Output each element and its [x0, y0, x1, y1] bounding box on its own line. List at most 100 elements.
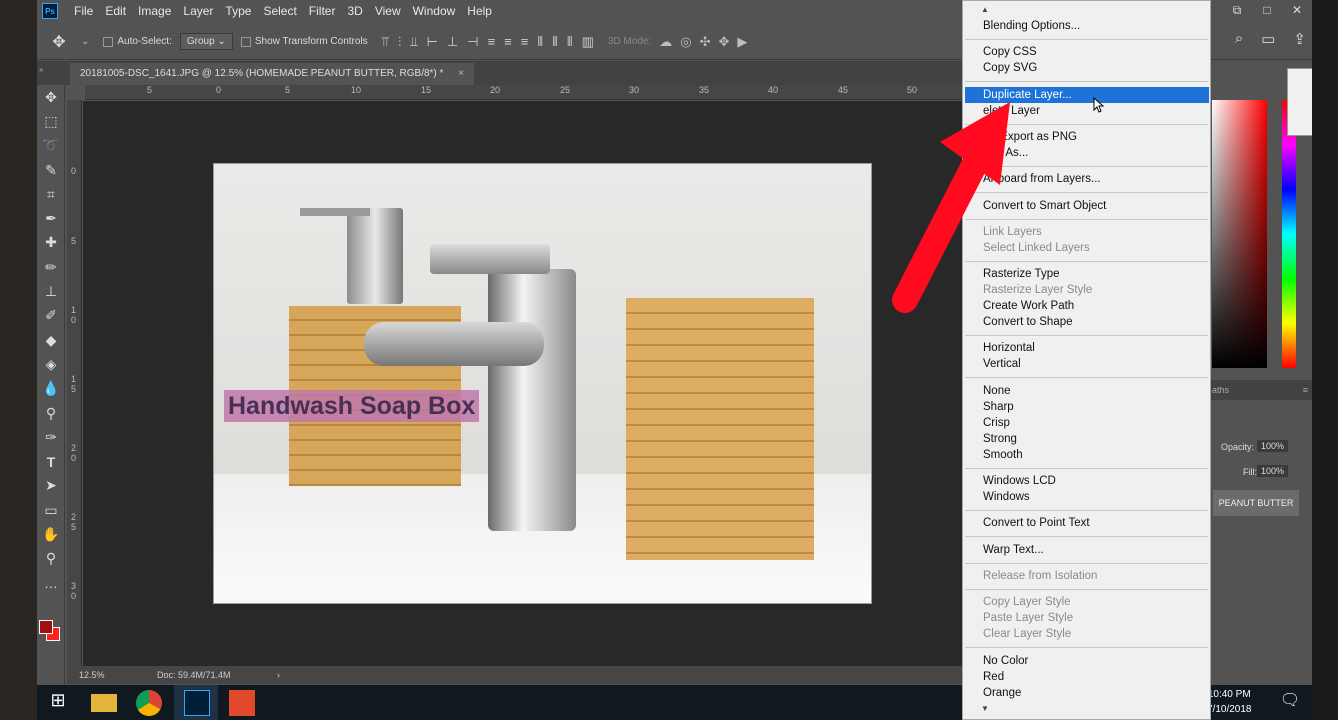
menu-item-aa-strong[interactable]: Strong	[983, 431, 1017, 447]
fill-value[interactable]: 100%	[1257, 465, 1289, 477]
tool-preset-chevron-icon[interactable]: ⌄	[81, 36, 89, 47]
shape-tool-icon[interactable]: ▭	[37, 498, 65, 522]
menu-help[interactable]: Help	[461, 4, 498, 18]
notifications-icon[interactable]: 🗨	[1277, 690, 1303, 716]
zoom-level[interactable]: 12.5%	[79, 666, 105, 684]
menu-item-orange[interactable]: Orange	[983, 685, 1021, 701]
history-brush-icon[interactable]: ✐	[37, 304, 65, 328]
auto-select-dropdown[interactable]: Group ⌄	[179, 33, 233, 50]
more-tools-icon[interactable]: …	[37, 571, 65, 595]
menu-image[interactable]: Image	[132, 4, 177, 18]
share-icon[interactable]: ⇪	[1293, 30, 1306, 48]
pen-tool-icon[interactable]: ✑	[37, 425, 65, 449]
canvas-area[interactable]: Handwash Soap Box	[83, 101, 973, 666]
crop-tool-icon[interactable]: ⌗	[37, 182, 65, 206]
panel-collapse-icon[interactable]: »	[39, 65, 43, 74]
menu-item-delete-layer[interactable]: elete Layer	[983, 103, 1040, 119]
menu-item-windows-lcd[interactable]: Windows LCD	[983, 473, 1056, 489]
distribute-bottom-icon[interactable]: ≡	[521, 34, 529, 50]
text-layer-caption[interactable]: Handwash Soap Box	[224, 390, 480, 422]
eyedropper-tool-icon[interactable]: ✒	[37, 206, 65, 230]
menu-item-copy-svg[interactable]: Copy SVG	[983, 60, 1037, 76]
hue-slider[interactable]	[1282, 100, 1296, 368]
brush-tool-icon[interactable]: ✏	[37, 255, 65, 279]
3d-pan-icon[interactable]: ✣	[700, 34, 711, 50]
maximize-window-button[interactable]: □	[1252, 0, 1282, 22]
healing-tool-icon[interactable]: ✚	[37, 231, 65, 255]
photoshop-taskbar-icon[interactable]	[184, 690, 210, 716]
path-select-icon[interactable]: ➤	[37, 474, 65, 498]
3d-slide-icon[interactable]: ✥	[718, 34, 729, 50]
paint-bucket-icon[interactable]: ◈	[37, 352, 65, 376]
menu-item-aa-sharp[interactable]: Sharp	[983, 399, 1014, 415]
lasso-tool-icon[interactable]: ➰	[37, 134, 65, 158]
align-top-icon[interactable]: ⫪	[382, 34, 389, 50]
distribute-left-icon[interactable]: ⦀	[537, 34, 543, 50]
system-clock[interactable]: 10:40 PM 7/10/2018	[1207, 687, 1252, 717]
file-explorer-icon[interactable]	[91, 694, 117, 712]
windows-start-icon[interactable]: ⊞	[45, 690, 71, 716]
menu-item-blending-options[interactable]: Blending Options...	[983, 18, 1080, 34]
menu-item-red[interactable]: Red	[983, 669, 1004, 685]
menu-item-convert-to-shape[interactable]: Convert to Shape	[983, 314, 1073, 330]
move-tool-icon[interactable]: ✥	[37, 32, 81, 52]
color-picker-field[interactable]	[1212, 100, 1267, 368]
eraser-tool-icon[interactable]: ◆	[37, 328, 65, 352]
menu-filter[interactable]: Filter	[303, 4, 342, 18]
menu-item-horizontal[interactable]: Horizontal	[983, 340, 1035, 356]
document-tab[interactable]: 20181005-DSC_1641.JPG @ 12.5% (HOMEMADE …	[70, 63, 475, 85]
distribute-top-icon[interactable]: ≡	[488, 34, 496, 50]
menu-view[interactable]: View	[369, 4, 407, 18]
menu-item-convert-point-text[interactable]: Convert to Point Text	[983, 515, 1090, 531]
marquee-tool-icon[interactable]: ⬚	[37, 109, 65, 133]
distribute-hcenter-icon[interactable]: ⦀	[552, 34, 558, 50]
menu-scroll-up-icon[interactable]: ▲	[981, 5, 989, 14]
align-vcenter-icon[interactable]: ⫶	[398, 34, 401, 50]
move-tool-icon[interactable]: ✥	[37, 85, 65, 109]
quick-select-tool-icon[interactable]: ✎	[37, 158, 65, 182]
restore-window-button[interactable]: ⧉	[1222, 0, 1252, 22]
auto-select-checkbox[interactable]	[103, 36, 114, 47]
menu-item-warp-text[interactable]: Warp Text...	[983, 542, 1044, 558]
menu-item-no-color[interactable]: No Color	[983, 653, 1028, 669]
menu-layer[interactable]: Layer	[177, 4, 219, 18]
menu-window[interactable]: Window	[407, 4, 462, 18]
workspace-icon[interactable]: ▭	[1261, 30, 1275, 48]
distribute-vcenter-icon[interactable]: ≡	[504, 34, 512, 50]
3d-orbit-icon[interactable]: ☁	[659, 34, 672, 50]
app-taskbar-icon[interactable]	[229, 690, 255, 716]
menu-scroll-down-icon[interactable]: ▼	[981, 704, 989, 713]
type-tool-icon[interactable]: T	[37, 449, 65, 473]
zoom-tool-icon[interactable]: ⚲	[37, 547, 65, 571]
foreground-color-swatch[interactable]	[39, 620, 53, 634]
3d-scale-icon[interactable]: ▶	[737, 34, 747, 50]
menu-item-quick-export[interactable]: ick Export as PNG	[983, 129, 1077, 145]
menu-item-aa-none[interactable]: None	[983, 383, 1011, 399]
distribute-right-icon[interactable]: ⦀	[567, 34, 573, 50]
align-left-icon[interactable]: ⊢	[427, 34, 438, 50]
menu-item-duplicate-layer[interactable]: Duplicate Layer...	[983, 87, 1072, 103]
close-tab-icon[interactable]: ×	[458, 68, 464, 79]
search-icon[interactable]: ⌕	[1235, 30, 1243, 48]
menu-item-aa-smooth[interactable]: Smooth	[983, 447, 1023, 463]
menu-item-windows[interactable]: Windows	[983, 489, 1030, 505]
align-hcenter-icon[interactable]: ⊥	[447, 34, 458, 50]
3d-roll-icon[interactable]: ◎	[680, 34, 691, 50]
menu-3d[interactable]: 3D	[341, 4, 368, 18]
menu-item-rasterize-type[interactable]: Rasterize Type	[983, 266, 1060, 282]
menu-item-artboard-from-layers[interactable]: Artboard from Layers...	[983, 171, 1101, 187]
align-bottom-icon[interactable]: ⫫	[410, 34, 417, 50]
close-window-button[interactable]: ✕	[1282, 0, 1312, 22]
align-right-icon[interactable]: ⊣	[467, 34, 478, 50]
menu-edit[interactable]: Edit	[99, 4, 132, 18]
menu-item-aa-crisp[interactable]: Crisp	[983, 415, 1010, 431]
transform-controls-checkbox[interactable]	[240, 36, 251, 47]
stamp-tool-icon[interactable]: ⊥	[37, 279, 65, 303]
opacity-value[interactable]: 100%	[1257, 440, 1289, 452]
menu-item-copy-css[interactable]: Copy CSS	[983, 44, 1037, 60]
blur-tool-icon[interactable]: 💧	[37, 377, 65, 401]
auto-align-icon[interactable]: ▥	[582, 34, 594, 50]
hand-tool-icon[interactable]: ✋	[37, 522, 65, 546]
layer-row-peanut-butter[interactable]: PEANUT BUTTER	[1213, 490, 1299, 516]
menu-file[interactable]: File	[68, 4, 99, 18]
